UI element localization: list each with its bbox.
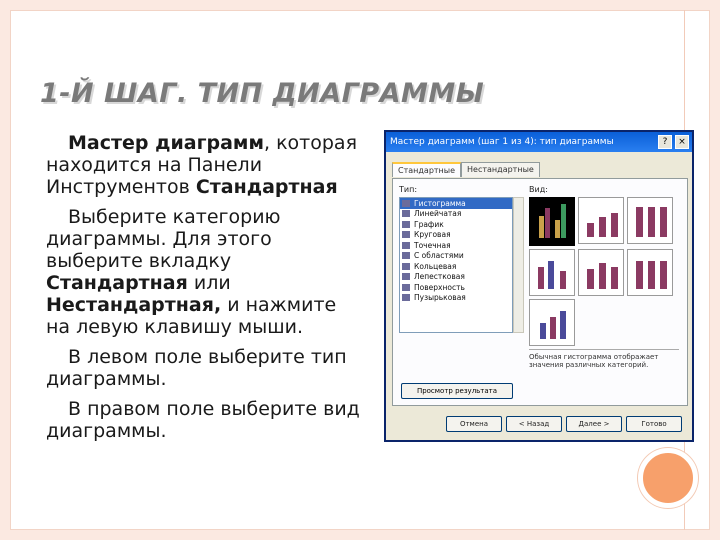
list-item[interactable]: Точечная (400, 240, 512, 251)
subtype-100-stacked-column[interactable] (627, 197, 673, 244)
list-item[interactable]: Гистограмма (400, 198, 512, 209)
bubble-chart-icon (402, 294, 410, 302)
area-chart-icon (402, 252, 410, 260)
dialog-buttons: Отмена < Назад Далее > Готово (446, 416, 682, 432)
scatter-chart-icon (402, 241, 410, 249)
paragraph-2: Выберите категорию диаграммы. Для этого … (46, 206, 337, 338)
pie-chart-icon (402, 231, 410, 239)
subtype-description: Обычная гистограмма отображает значения … (529, 349, 679, 381)
chart-type-list[interactable]: Гистограмма Линейчатая График Круговая Т… (399, 197, 513, 333)
paragraph-3: В левом поле выберите тип диаграммы. (46, 346, 347, 390)
tab-panel: Тип: Вид: Гистограмма Линейчатая График … (392, 178, 688, 406)
subtype-3d-clustered-column[interactable] (529, 249, 575, 296)
subtype-3d-stacked-column[interactable] (578, 249, 624, 296)
tab-custom[interactable]: Нестандартные (461, 162, 540, 177)
help-button[interactable]: ? (658, 135, 672, 149)
cancel-button[interactable]: Отмена (446, 416, 502, 432)
list-item[interactable]: Линейчатая (400, 209, 512, 220)
type-list-scrollbar[interactable] (513, 197, 524, 333)
chart-subtype-grid (529, 197, 679, 346)
column-chart-icon (402, 199, 410, 207)
subtype-stacked-column[interactable] (578, 197, 624, 244)
line-chart-icon (402, 220, 410, 228)
view-label: Вид: (529, 185, 548, 194)
subtype-clustered-column[interactable] (529, 197, 575, 246)
back-button[interactable]: < Назад (506, 416, 562, 432)
list-item[interactable]: Кольцевая (400, 261, 512, 272)
dialog-title: Мастер диаграмм (шаг 1 из 4): тип диагра… (390, 137, 614, 147)
doughnut-chart-icon (402, 262, 410, 270)
radar-chart-icon (402, 273, 410, 281)
preview-button[interactable]: Просмотр результата (401, 383, 513, 399)
list-item[interactable]: Круговая (400, 230, 512, 241)
bar-chart-icon (402, 210, 410, 218)
subtype-3d-column[interactable] (529, 299, 575, 346)
list-item[interactable]: График (400, 219, 512, 230)
paragraph-4: В правом поле выберите вид диаграммы. (46, 398, 360, 442)
paragraph-1: Мастер диаграмм, которая находится на Па… (46, 132, 358, 198)
list-item[interactable]: Лепестковая (400, 272, 512, 283)
slide-body: Мастер диаграмм, которая находится на Па… (46, 132, 366, 450)
subtype-3d-100-stacked-column[interactable] (627, 249, 673, 296)
decorative-circle (638, 448, 698, 508)
list-item[interactable]: С областями (400, 251, 512, 262)
close-button[interactable]: × (675, 135, 689, 149)
chart-wizard-dialog: Мастер диаграмм (шаг 1 из 4): тип диагра… (384, 130, 694, 442)
list-item[interactable]: Пузырьковая (400, 293, 512, 304)
finish-button[interactable]: Готово (626, 416, 682, 432)
list-item[interactable]: Поверхность (400, 282, 512, 293)
dialog-tabs: Стандартные Нестандартные (392, 162, 540, 177)
slide-title: 1-Й ШАГ. ТИП ДИАГРАММЫ (40, 78, 485, 109)
type-label: Тип: (399, 185, 418, 194)
dialog-titlebar: Мастер диаграмм (шаг 1 из 4): тип диагра… (386, 132, 692, 152)
next-button[interactable]: Далее > (566, 416, 622, 432)
surface-chart-icon (402, 283, 410, 291)
tab-standard[interactable]: Стандартные (392, 162, 462, 177)
